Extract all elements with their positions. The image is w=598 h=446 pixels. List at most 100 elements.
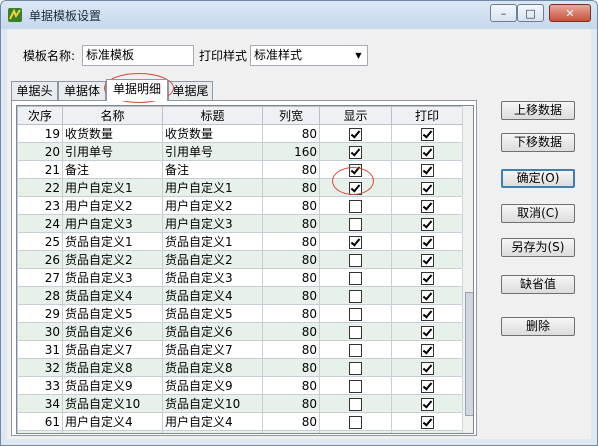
cell-name[interactable]: 用户自定义2 [62, 196, 163, 215]
cell-name[interactable]: 用户自定义4 [62, 412, 163, 431]
cell-name[interactable]: 货品自定义8 [62, 358, 163, 377]
table-row[interactable]: 24 用户自定义3 用户自定义3 80 [17, 214, 463, 233]
cell-title[interactable]: 用户自定义3 [162, 214, 263, 233]
cell-title[interactable]: 引用单号 [162, 142, 263, 161]
cell-name[interactable]: 货品自定义3 [62, 268, 163, 287]
show-checkbox[interactable] [349, 397, 362, 411]
cell-order[interactable]: 31 [17, 340, 63, 359]
cell-width[interactable]: 80 [262, 178, 320, 197]
cancel-button[interactable]: 取消(C) [501, 204, 575, 223]
cell-order[interactable]: 29 [17, 304, 63, 323]
scrollbar-thumb[interactable] [465, 292, 473, 416]
cell-order[interactable]: 21 [17, 160, 63, 179]
show-checkbox[interactable] [349, 253, 362, 267]
table-row[interactable]: 23 用户自定义2 用户自定义2 80 [17, 196, 463, 215]
cell-name[interactable]: 备注 [62, 160, 163, 179]
table-row[interactable]: 25 货品自定义1 货品自定义1 80 [17, 232, 463, 251]
cell-order[interactable]: 34 [17, 394, 63, 413]
print-checkbox[interactable] [420, 379, 434, 393]
cell-order[interactable]: 25 [17, 232, 63, 251]
print-checkbox[interactable] [420, 307, 434, 321]
cell-order[interactable]: 20 [17, 142, 63, 161]
table-row[interactable]: 26 货品自定义2 货品自定义2 80 [17, 250, 463, 269]
show-checkbox[interactable] [349, 199, 362, 213]
cell-width[interactable]: 80 [262, 304, 320, 323]
print-checkbox[interactable] [420, 145, 434, 159]
default-value-button[interactable]: 缺省值 [501, 275, 575, 294]
show-checkbox[interactable] [349, 434, 362, 435]
cell-width[interactable]: 80 [262, 340, 320, 359]
maximize-button[interactable]: □ [517, 4, 544, 22]
delete-button[interactable]: 删除 [501, 317, 575, 336]
show-checkbox[interactable] [349, 361, 362, 375]
cell-name[interactable]: 货品自定义9 [62, 376, 163, 395]
table-row[interactable]: 27 货品自定义3 货品自定义3 80 [17, 268, 463, 287]
cell-order[interactable]: 19 [17, 124, 63, 143]
cell-width[interactable]: 80 [262, 250, 320, 269]
cell-title[interactable]: 货品自定义5 [162, 304, 263, 323]
show-checkbox[interactable] [349, 217, 362, 231]
table-row[interactable]: 19 收货数量 收货数量 80 [17, 124, 463, 143]
table-row[interactable]: 33 货品自定义9 货品自定义9 80 [17, 376, 463, 395]
print-checkbox[interactable] [420, 217, 434, 231]
cell-order[interactable]: 27 [17, 268, 63, 287]
print-checkbox[interactable] [420, 397, 434, 411]
cell-name[interactable]: 用户自定义3 [62, 214, 163, 233]
table-row[interactable]: 34 货品自定义10 货品自定义10 80 [17, 394, 463, 413]
cell-width[interactable]: 80 [262, 376, 320, 395]
cell-order[interactable]: 30 [17, 322, 63, 341]
show-checkbox[interactable] [349, 289, 362, 303]
cell-name[interactable]: 货品自定义5 [62, 304, 163, 323]
vertical-scrollbar[interactable] [462, 106, 473, 433]
cell-width[interactable]: 80 [262, 160, 320, 179]
show-checkbox[interactable] [349, 235, 362, 249]
cell-order[interactable]: 23 [17, 196, 63, 215]
cell-width[interactable]: 80 [262, 124, 320, 143]
table-row[interactable]: 22 用户自定义1 用户自定义1 80 [17, 178, 463, 197]
show-checkbox[interactable] [349, 127, 362, 141]
cell-width[interactable]: 80 [262, 286, 320, 305]
cell-name[interactable]: 货品自定义4 [62, 286, 163, 305]
cell-title[interactable]: 货品自定义10 [162, 394, 263, 413]
print-checkbox[interactable] [420, 235, 434, 249]
tab-body[interactable]: 单据体 [58, 81, 106, 100]
cell-width[interactable]: 80 [262, 412, 320, 431]
table-row[interactable]: 20 引用单号 引用单号 160 [17, 142, 463, 161]
cell-title[interactable]: 货品自定义1 [162, 232, 263, 251]
title-bar[interactable]: 单据模板设置 – □ ✕ [1, 1, 597, 29]
cell-title[interactable]: 用户自定义5 [162, 430, 263, 433]
cell-width[interactable]: 80 [262, 430, 320, 433]
cell-width[interactable]: 160 [262, 142, 320, 161]
tab-footer[interactable]: 单据尾 [168, 81, 213, 100]
print-checkbox[interactable] [421, 434, 434, 435]
print-checkbox[interactable] [420, 163, 434, 177]
cell-order[interactable]: 32 [17, 358, 63, 377]
column-header-name[interactable]: 名称 [62, 106, 163, 125]
cell-width[interactable]: 80 [262, 232, 320, 251]
table-row[interactable]: 31 货品自定义7 货品自定义7 80 [17, 340, 463, 359]
cell-width[interactable]: 80 [262, 322, 320, 341]
tab-header[interactable]: 单据头 [11, 81, 58, 100]
cell-title[interactable]: 用户自定义1 [162, 178, 263, 197]
minimize-button[interactable]: – [490, 4, 517, 22]
cell-title[interactable]: 货品自定义7 [162, 340, 263, 359]
show-checkbox[interactable] [349, 379, 362, 393]
cell-title[interactable]: 货品自定义3 [162, 268, 263, 287]
print-checkbox[interactable] [420, 289, 434, 303]
move-down-button[interactable]: 下移数据 [501, 133, 575, 152]
template-name-input[interactable]: 标准模板 [82, 45, 194, 66]
table-row[interactable]: 61 用户自定义4 用户自定义4 80 [17, 412, 463, 431]
show-checkbox[interactable] [349, 145, 362, 159]
show-checkbox[interactable] [349, 343, 362, 357]
cell-order[interactable]: 33 [17, 376, 63, 395]
print-checkbox[interactable] [420, 271, 434, 285]
cell-order[interactable]: 26 [17, 250, 63, 269]
print-style-select[interactable]: 标准样式 ▼ [250, 45, 368, 66]
cell-title[interactable]: 货品自定义9 [162, 376, 263, 395]
cell-name[interactable]: 用户自定义1 [62, 178, 163, 197]
print-checkbox[interactable] [420, 199, 434, 213]
table-row[interactable]: 29 货品自定义5 货品自定义5 80 [17, 304, 463, 323]
cell-title[interactable]: 收货数量 [162, 124, 263, 143]
table-row[interactable]: 30 货品自定义6 货品自定义6 80 [17, 322, 463, 341]
cell-title[interactable]: 货品自定义4 [162, 286, 263, 305]
